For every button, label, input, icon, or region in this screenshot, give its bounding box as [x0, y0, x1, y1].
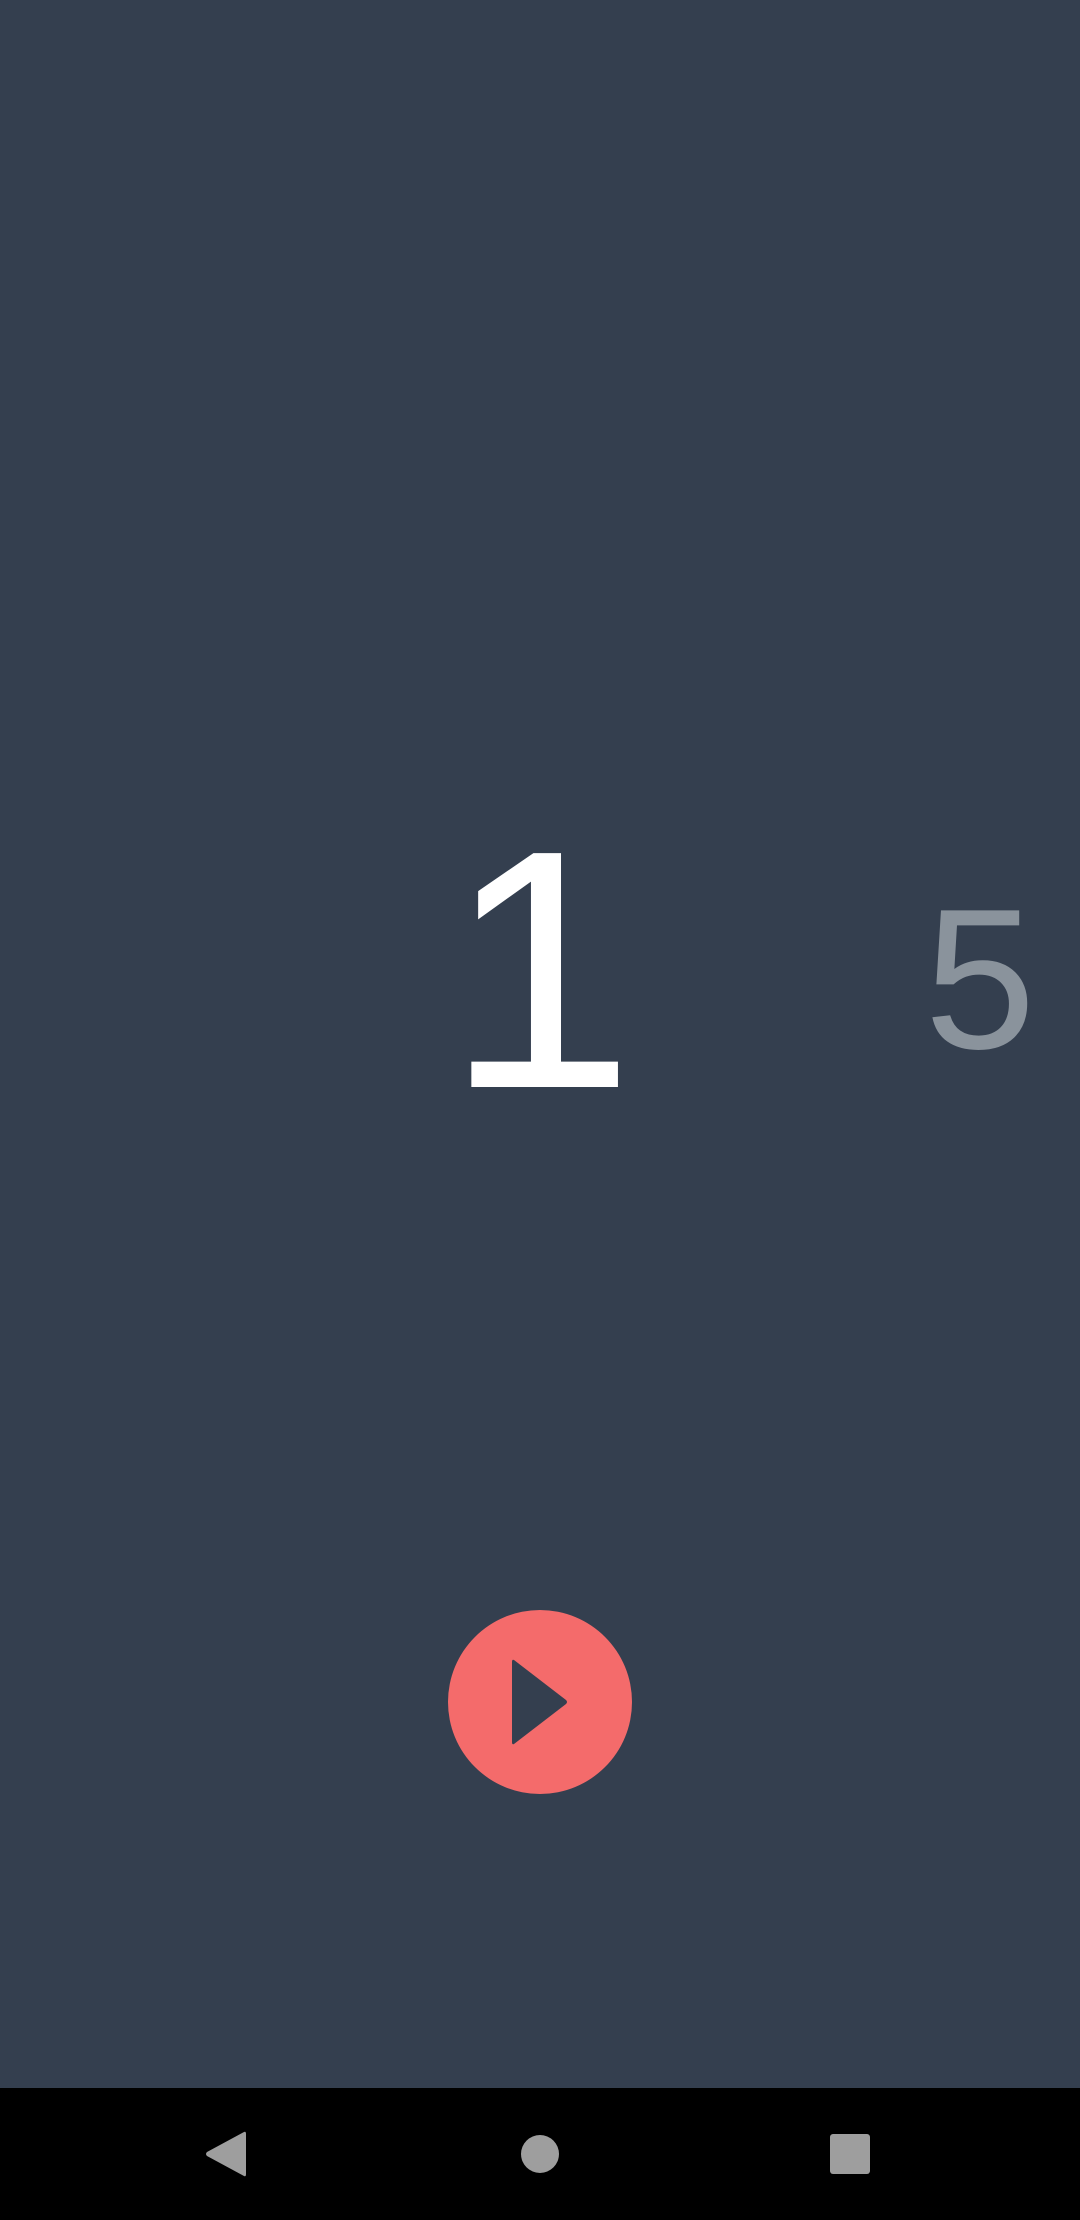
- recents-square-icon: [830, 2134, 870, 2174]
- back-button[interactable]: [186, 2114, 266, 2194]
- home-button[interactable]: [500, 2114, 580, 2194]
- play-icon: [512, 1659, 567, 1745]
- app-screen: 1 5: [0, 0, 1080, 2220]
- navigation-bar: [0, 2088, 1080, 2220]
- next-number: 5: [924, 868, 1036, 1091]
- back-triangle-icon: [206, 2131, 246, 2177]
- current-number: 1: [445, 780, 635, 1160]
- play-button[interactable]: [448, 1610, 632, 1794]
- home-circle-icon: [521, 2135, 559, 2173]
- recents-button[interactable]: [810, 2114, 890, 2194]
- main-area: 1 5: [0, 0, 1080, 2088]
